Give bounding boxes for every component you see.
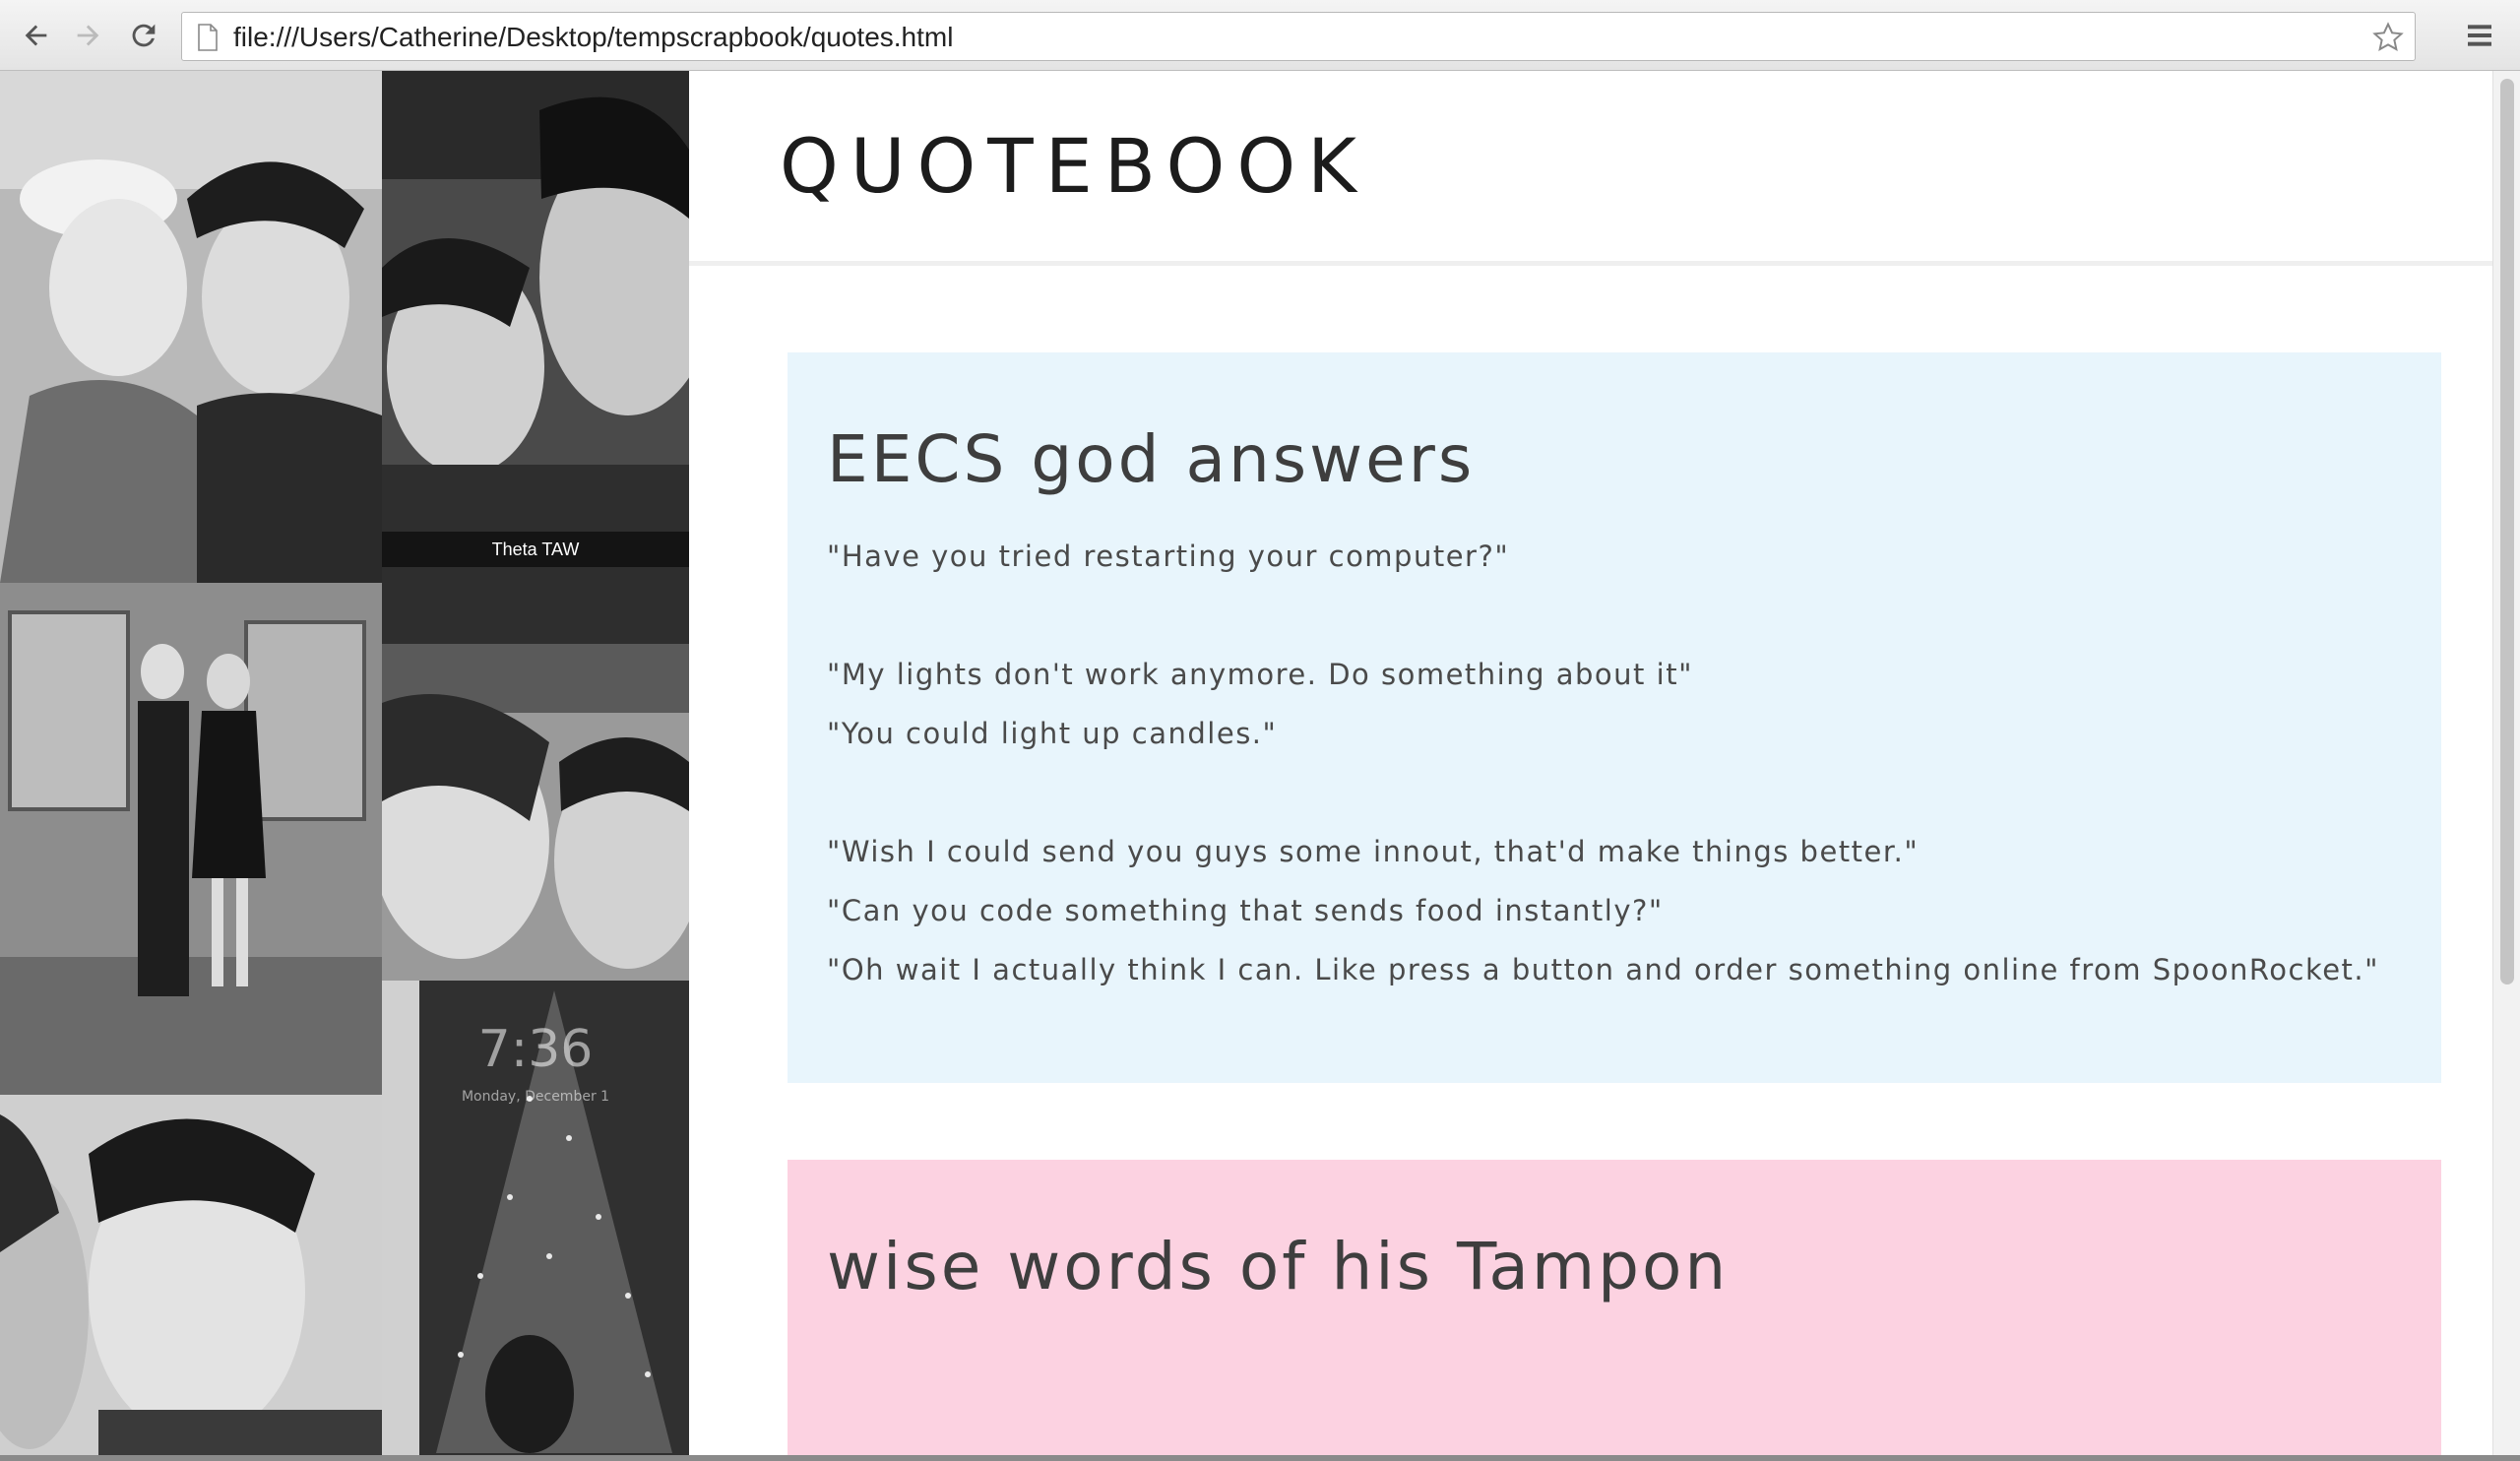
kiss-photo — [0, 1095, 382, 1455]
quote-line: "Have you tried restarting your computer… — [827, 540, 1510, 573]
photo-collage: Theta TAW 7:36 Monday, December 1 — [0, 71, 689, 1455]
collage-photo-2: Theta TAW — [382, 71, 689, 644]
quote-line: "Oh wait I actually think I can. Like pr… — [827, 953, 2379, 986]
star-icon[interactable] — [2371, 21, 2405, 54]
quote-card-eecs: EECS god answers "Have you tried restart… — [788, 352, 2441, 1083]
phone-clock-date: Monday, December 1 — [461, 1089, 610, 1105]
quote-line: "You could light up candles." — [827, 717, 1278, 750]
snap-caption: Theta TAW — [382, 532, 689, 567]
collage-photo-4 — [382, 644, 689, 981]
vertical-scrollbar[interactable] — [2492, 71, 2520, 1455]
arrow-left-icon — [25, 25, 47, 46]
card-title: EECS god answers — [827, 421, 1476, 497]
reload-icon — [132, 24, 156, 47]
collage-photo-5 — [0, 1095, 382, 1455]
close-selfie-photo — [382, 644, 689, 981]
phone-clock-time: 7:36 — [477, 1020, 594, 1079]
quote-line: "Can you code something that sends food … — [827, 894, 1664, 927]
forward-button[interactable] — [67, 14, 110, 57]
back-button[interactable] — [14, 14, 57, 57]
couple-standing-photo — [0, 583, 382, 1095]
browser-toolbar: file:///Users/Catherine/Desktop/tempscra… — [0, 0, 2520, 71]
reload-button[interactable] — [122, 14, 165, 57]
arrow-right-icon — [77, 25, 99, 46]
couple-santa-hat-photo — [0, 71, 382, 583]
site-header: QUOTEBOOK — [689, 71, 2492, 266]
quote-line: "Wish I could send you guys some innout,… — [827, 835, 1920, 868]
collage-photo-6: 7:36 Monday, December 1 — [382, 981, 689, 1455]
main-content: QUOTEBOOK EECS god answers "Have you tri… — [689, 71, 2492, 1455]
collage-photo-3 — [0, 583, 382, 1095]
address-bar[interactable]: file:///Users/Catherine/Desktop/tempscra… — [181, 12, 2416, 61]
url-text[interactable]: file:///Users/Catherine/Desktop/tempscra… — [233, 22, 953, 53]
card-title: wise words of his Tampon — [827, 1229, 1730, 1304]
bottom-edge — [0, 1455, 2520, 1461]
site-title: QUOTEBOOK — [780, 122, 1368, 210]
scrollbar-thumb[interactable] — [2500, 79, 2514, 985]
quote-line: "My lights don't work anymore. Do someth… — [827, 658, 1693, 691]
page-icon — [198, 24, 218, 51]
collage-photo-1 — [0, 71, 382, 583]
quote-card-tampon: wise words of his Tampon — [788, 1160, 2441, 1455]
hamburger-menu-icon[interactable] — [2463, 20, 2496, 51]
